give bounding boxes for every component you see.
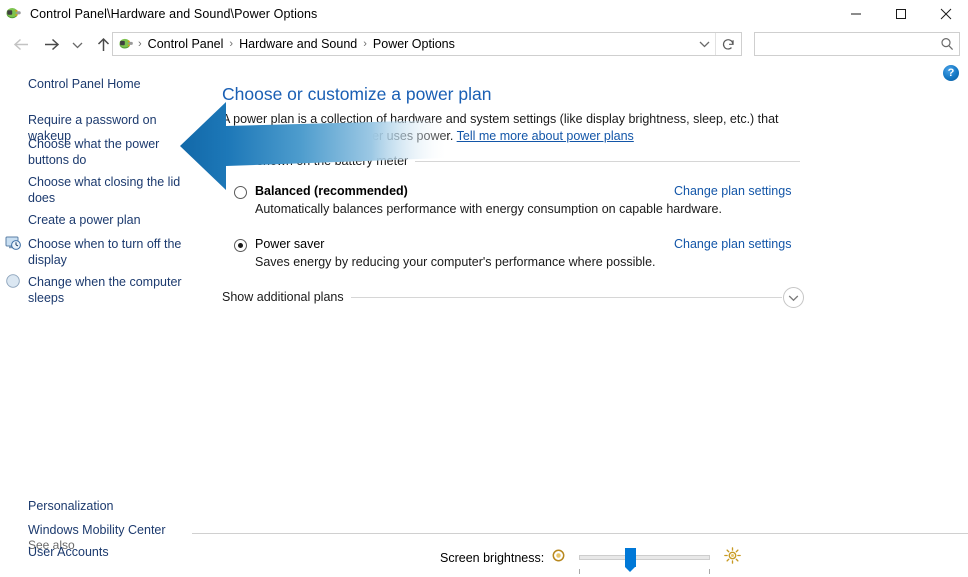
slider-thumb[interactable]	[625, 548, 637, 572]
sidebar-item-choose-power-buttons[interactable]: Choose what the power buttons do	[28, 137, 168, 168]
address-bar[interactable]: › Control Panel › Hardware and Sound › P…	[112, 32, 742, 56]
slider-tick-min	[579, 569, 581, 574]
display-clock-icon	[5, 235, 21, 251]
window-title: Control Panel\Hardware and Sound\Power O…	[30, 7, 318, 21]
radio-balanced[interactable]	[234, 186, 247, 199]
tell-me-more-link[interactable]: Tell me more about power plans	[457, 129, 634, 143]
moon-icon	[5, 273, 21, 289]
forward-button[interactable]	[36, 31, 66, 59]
maximize-button[interactable]	[878, 0, 923, 28]
navigation-toolbar: › Control Panel › Hardware and Sound › P…	[0, 28, 968, 61]
chevron-down-icon[interactable]	[783, 287, 804, 308]
plan-name-power-saver: Power saver	[255, 237, 325, 251]
address-dropdown-chevron-down-icon[interactable]	[693, 33, 715, 55]
plan-name-balanced: Balanced (recommended)	[255, 184, 408, 198]
change-plan-settings-balanced[interactable]: Change plan settings	[674, 184, 791, 198]
sidebar: Control Panel Home Require a password on…	[0, 61, 212, 577]
bottom-divider	[192, 533, 968, 534]
power-plug-icon	[5, 5, 23, 23]
recent-locations-button[interactable]	[66, 31, 88, 59]
sidebar-item-control-panel-home[interactable]: Control Panel Home	[28, 77, 141, 93]
window-controls	[833, 0, 968, 28]
main-content: Choose or customize a power plan A power…	[212, 61, 968, 577]
sidebar-item-personalization[interactable]: Personalization	[28, 499, 113, 515]
close-button[interactable]	[923, 0, 968, 28]
sidebar-item-change-computer-sleeps[interactable]: Change when the computer sleeps	[28, 275, 186, 306]
search-icon[interactable]	[935, 37, 959, 51]
search-input[interactable]	[755, 36, 935, 52]
change-plan-settings-power-saver[interactable]: Change plan settings	[674, 237, 791, 251]
breadcrumb-control-panel[interactable]: Control Panel	[143, 33, 229, 55]
page-title: Choose or customize a power plan	[222, 84, 492, 104]
section-label-battery-meter: Plans shown on the battery meter	[222, 154, 416, 168]
slider-track[interactable]	[579, 555, 711, 560]
bright-sun-icon[interactable]	[724, 547, 742, 569]
search-box[interactable]	[754, 32, 960, 56]
sidebar-item-create-power-plan[interactable]: Create a power plan	[28, 213, 198, 229]
minimize-button[interactable]	[833, 0, 878, 28]
screen-brightness-label: Screen brightness:	[440, 551, 545, 565]
power-options-window: Control Panel\Hardware and Sound\Power O…	[0, 0, 968, 577]
sidebar-item-user-accounts[interactable]: User Accounts	[28, 545, 109, 561]
breadcrumb-power-icon	[118, 36, 135, 53]
show-additional-plans-label[interactable]: Show additional plans	[222, 290, 351, 304]
refresh-icon[interactable]	[715, 33, 741, 55]
dim-sun-icon[interactable]	[552, 549, 565, 567]
sidebar-item-choose-turn-off-display[interactable]: Choose when to turn off the display	[28, 237, 188, 268]
breadcrumb-power-options[interactable]: Power Options	[368, 33, 460, 55]
breadcrumb-hardware-and-sound[interactable]: Hardware and Sound	[234, 33, 362, 55]
brightness-slider[interactable]	[579, 548, 711, 574]
sidebar-item-choose-closing-lid[interactable]: Choose what closing the lid does	[28, 175, 183, 206]
plan-description-power-saver: Saves energy by reducing your computer's…	[255, 255, 656, 269]
slider-tick-max	[709, 569, 711, 574]
back-button[interactable]	[6, 31, 36, 59]
radio-power-saver[interactable]	[234, 239, 247, 252]
sidebar-item-windows-mobility-center[interactable]: Windows Mobility Center	[28, 523, 166, 539]
screen-brightness-control: Screen brightness:	[440, 547, 742, 574]
title-bar: Control Panel\Hardware and Sound\Power O…	[0, 0, 968, 28]
plan-description-balanced: Automatically balances performance with …	[255, 202, 722, 216]
page-description: A power plan is a collection of hardware…	[222, 111, 814, 145]
